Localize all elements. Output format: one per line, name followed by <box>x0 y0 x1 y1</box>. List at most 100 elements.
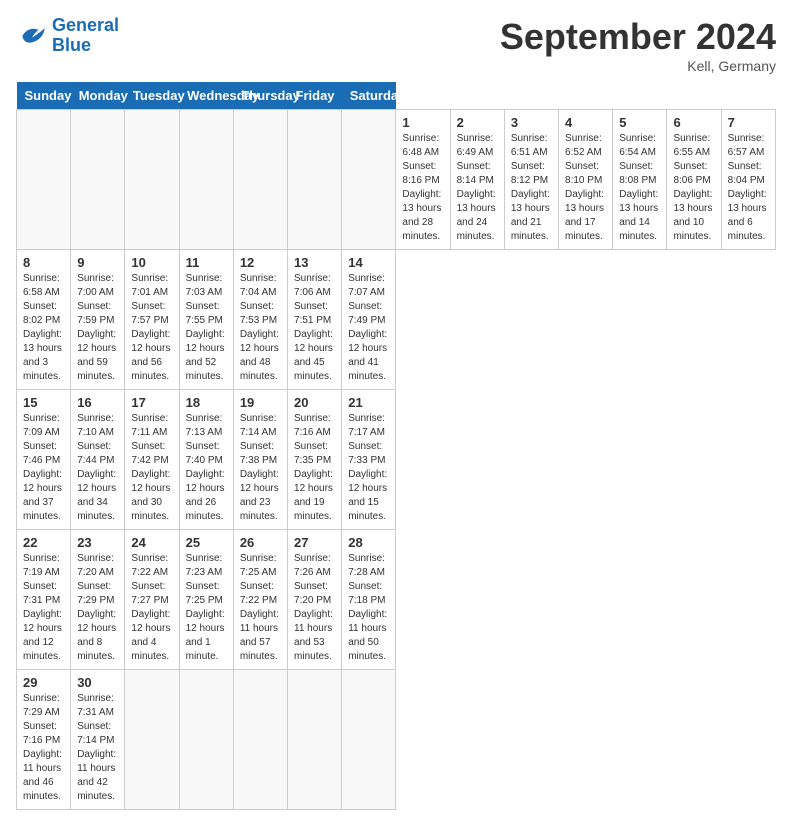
day-number: 27 <box>294 535 335 550</box>
table-row: 27 Sunrise: 7:26 AM Sunset: 7:20 PM Dayli… <box>288 530 342 670</box>
table-row <box>125 110 179 250</box>
table-row: 4 Sunrise: 6:52 AM Sunset: 8:10 PM Daylig… <box>559 110 613 250</box>
day-number: 5 <box>619 115 660 130</box>
table-row <box>71 110 125 250</box>
table-row: 20Sunrise: 7:16 AM Sunset: 7:35 PM Dayli… <box>288 390 342 530</box>
day-info: Sunrise: 7:16 AM Sunset: 7:35 PM Dayligh… <box>294 412 335 524</box>
table-row: 2Sunrise: 6:49 AM Sunset: 8:14 PM Daylig… <box>450 110 504 250</box>
calendar-week: 22 Sunrise: 7:19 AM Sunset: 7:31 PM Dayli… <box>17 530 776 670</box>
day-info: Sunrise: 7:13 AM Sunset: 7:40 PM Dayligh… <box>186 412 227 524</box>
day-number: 7 <box>728 115 769 130</box>
logo-text: General Blue <box>52 16 119 56</box>
day-info: Sunrise: 6:58 AM Sunset: 8:02 PM Dayligh… <box>23 272 64 384</box>
logo-icon <box>16 20 48 52</box>
day-info: Sunrise: 7:26 AM Sunset: 7:20 PM Dayligh… <box>294 552 335 664</box>
col-friday: Friday <box>288 82 342 110</box>
day-number: 21 <box>348 395 389 410</box>
day-number: 11 <box>186 255 227 270</box>
day-number: 28 <box>348 535 389 550</box>
col-wednesday: Wednesday <box>179 82 233 110</box>
day-number: 15 <box>23 395 64 410</box>
table-row: 7 Sunrise: 6:57 AM Sunset: 8:04 PM Daylig… <box>721 110 775 250</box>
day-info: Sunrise: 7:11 AM Sunset: 7:42 PM Dayligh… <box>131 412 172 524</box>
day-number: 19 <box>240 395 281 410</box>
table-row: 26 Sunrise: 7:25 AM Sunset: 7:22 PM Dayli… <box>233 530 287 670</box>
day-number: 9 <box>77 255 118 270</box>
day-info: Sunrise: 7:06 AM Sunset: 7:51 PM Dayligh… <box>294 272 335 384</box>
page-header: General Blue September 2024 Kell, German… <box>16 16 776 74</box>
day-number: 17 <box>131 395 172 410</box>
day-number: 13 <box>294 255 335 270</box>
day-number: 22 <box>23 535 64 550</box>
table-row: 14 Sunrise: 7:07 AM Sunset: 7:49 PM Dayli… <box>342 250 396 390</box>
day-info: Sunrise: 7:22 AM Sunset: 7:27 PM Dayligh… <box>131 552 172 664</box>
day-number: 2 <box>457 115 498 130</box>
day-info: Sunrise: 7:09 AM Sunset: 7:46 PM Dayligh… <box>23 412 64 524</box>
table-row: 21 Sunrise: 7:17 AM Sunset: 7:33 PM Dayli… <box>342 390 396 530</box>
title-block: September 2024 Kell, Germany <box>500 16 776 74</box>
col-monday: Monday <box>71 82 125 110</box>
table-row: 8 Sunrise: 6:58 AM Sunset: 8:02 PM Daylig… <box>17 250 71 390</box>
day-number: 3 <box>511 115 552 130</box>
day-number: 10 <box>131 255 172 270</box>
table-row <box>233 110 287 250</box>
day-info: Sunrise: 7:25 AM Sunset: 7:22 PM Dayligh… <box>240 552 281 664</box>
table-row: 19 Sunrise: 7:14 AM Sunset: 7:38 PM Dayli… <box>233 390 287 530</box>
day-info: Sunrise: 7:07 AM Sunset: 7:49 PM Dayligh… <box>348 272 389 384</box>
col-thursday: Thursday <box>233 82 287 110</box>
day-number: 14 <box>348 255 389 270</box>
day-info: Sunrise: 7:10 AM Sunset: 7:44 PM Dayligh… <box>77 412 118 524</box>
day-info: Sunrise: 6:48 AM Sunset: 8:16 PM Dayligh… <box>402 132 443 244</box>
table-row: 6Sunrise: 6:55 AM Sunset: 8:06 PM Daylig… <box>667 110 721 250</box>
day-number: 26 <box>240 535 281 550</box>
logo: General Blue <box>16 16 119 56</box>
day-info: Sunrise: 7:28 AM Sunset: 7:18 PM Dayligh… <box>348 552 389 664</box>
calendar-week: 15 Sunrise: 7:09 AM Sunset: 7:46 PM Dayli… <box>17 390 776 530</box>
day-number: 8 <box>23 255 64 270</box>
day-number: 25 <box>186 535 227 550</box>
day-info: Sunrise: 7:14 AM Sunset: 7:38 PM Dayligh… <box>240 412 281 524</box>
table-row: 24 Sunrise: 7:22 AM Sunset: 7:27 PM Dayli… <box>125 530 179 670</box>
table-row: 3 Sunrise: 6:51 AM Sunset: 8:12 PM Daylig… <box>504 110 558 250</box>
day-number: 18 <box>186 395 227 410</box>
table-row: 12Sunrise: 7:04 AM Sunset: 7:53 PM Dayli… <box>233 250 287 390</box>
day-info: Sunrise: 6:51 AM Sunset: 8:12 PM Dayligh… <box>511 132 552 244</box>
table-row: 17 Sunrise: 7:11 AM Sunset: 7:42 PM Dayli… <box>125 390 179 530</box>
day-number: 29 <box>23 675 64 690</box>
day-number: 16 <box>77 395 118 410</box>
table-row: 9 Sunrise: 7:00 AM Sunset: 7:59 PM Daylig… <box>71 250 125 390</box>
day-info: Sunrise: 7:00 AM Sunset: 7:59 PM Dayligh… <box>77 272 118 384</box>
table-row <box>288 110 342 250</box>
day-info: Sunrise: 6:52 AM Sunset: 8:10 PM Dayligh… <box>565 132 606 244</box>
table-row: 13 Sunrise: 7:06 AM Sunset: 7:51 PM Dayli… <box>288 250 342 390</box>
col-tuesday: Tuesday <box>125 82 179 110</box>
day-info: Sunrise: 6:57 AM Sunset: 8:04 PM Dayligh… <box>728 132 769 244</box>
day-info: Sunrise: 7:31 AM Sunset: 7:14 PM Dayligh… <box>77 692 118 804</box>
day-info: Sunrise: 7:19 AM Sunset: 7:31 PM Dayligh… <box>23 552 64 664</box>
table-row: 29Sunrise: 7:29 AM Sunset: 7:16 PM Dayli… <box>17 670 71 810</box>
table-row <box>342 110 396 250</box>
day-info: Sunrise: 7:20 AM Sunset: 7:29 PM Dayligh… <box>77 552 118 664</box>
day-number: 24 <box>131 535 172 550</box>
calendar-title: September 2024 <box>500 16 776 58</box>
table-row: 10Sunrise: 7:01 AM Sunset: 7:57 PM Dayli… <box>125 250 179 390</box>
day-number: 4 <box>565 115 606 130</box>
day-number: 23 <box>77 535 118 550</box>
day-info: Sunrise: 7:17 AM Sunset: 7:33 PM Dayligh… <box>348 412 389 524</box>
table-row: 28 Sunrise: 7:28 AM Sunset: 7:18 PM Dayli… <box>342 530 396 670</box>
col-saturday: Saturday <box>342 82 396 110</box>
table-row <box>179 670 233 810</box>
table-row: 1Sunrise: 6:48 AM Sunset: 8:16 PM Daylig… <box>396 110 450 250</box>
day-number: 12 <box>240 255 281 270</box>
table-row: 5 Sunrise: 6:54 AM Sunset: 8:08 PM Daylig… <box>613 110 667 250</box>
table-row <box>342 670 396 810</box>
col-sunday: Sunday <box>17 82 71 110</box>
day-info: Sunrise: 6:54 AM Sunset: 8:08 PM Dayligh… <box>619 132 660 244</box>
day-info: Sunrise: 7:03 AM Sunset: 7:55 PM Dayligh… <box>186 272 227 384</box>
table-row: 30 Sunrise: 7:31 AM Sunset: 7:14 PM Dayli… <box>71 670 125 810</box>
day-number: 6 <box>673 115 714 130</box>
table-row <box>125 670 179 810</box>
day-number: 30 <box>77 675 118 690</box>
calendar-table: Sunday Monday Tuesday Wednesday Thursday… <box>16 82 776 810</box>
table-row: 16 Sunrise: 7:10 AM Sunset: 7:44 PM Dayli… <box>71 390 125 530</box>
